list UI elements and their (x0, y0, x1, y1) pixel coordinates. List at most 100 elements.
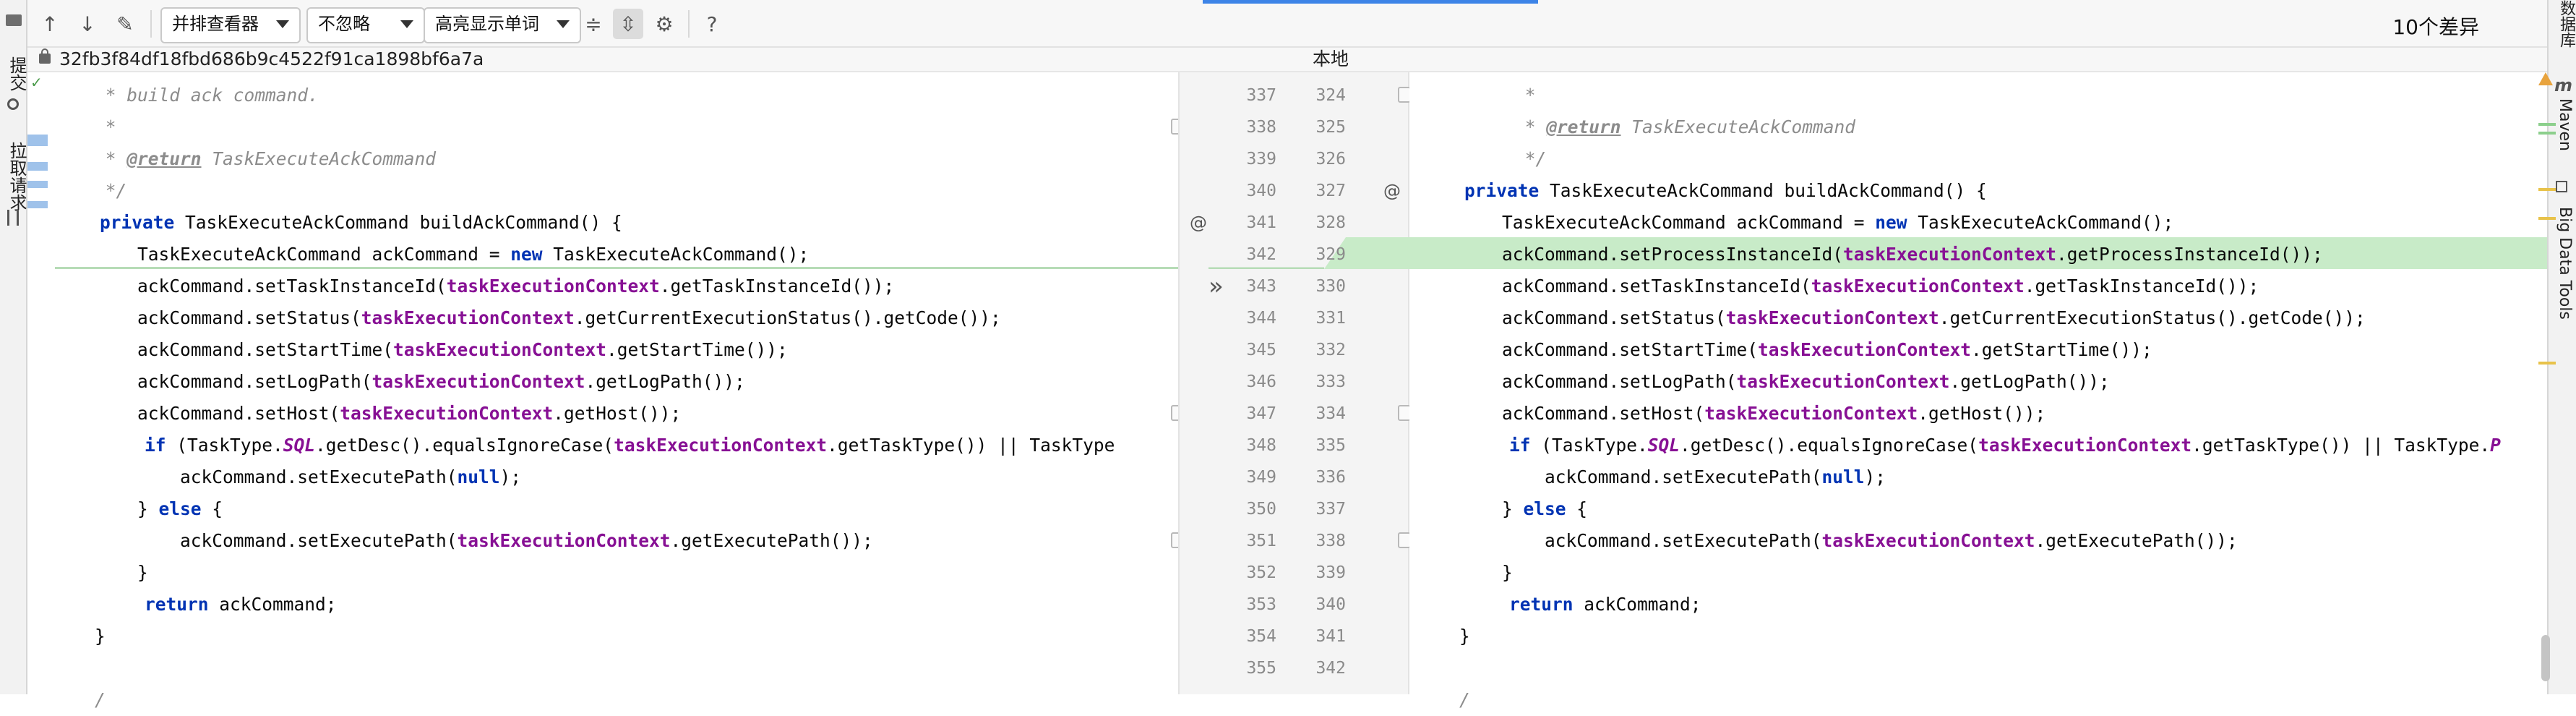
left-line-number: 347 (1246, 404, 1276, 423)
warning-icon[interactable] (2538, 72, 2553, 85)
code-line: */ (52, 180, 127, 201)
left-line-number: 348 (1246, 436, 1276, 455)
right-line-number: 341 (1315, 627, 1346, 646)
right-line-number: 332 (1315, 341, 1346, 359)
help-icon[interactable]: ? (697, 9, 727, 39)
highlight-mode-value: 高亮显示单词 (435, 14, 539, 34)
code-line: ackCommand.setLogPath(taskExecutionConte… (52, 371, 745, 392)
left-tool-strip: 提交 拉取请求 (0, 0, 27, 694)
code-line: * (52, 116, 116, 137)
change-stripe (2538, 132, 2556, 135)
right-line-number: 339 (1315, 563, 1346, 582)
code-line: if (TaskType.SQL.getDesc().equalsIgnoreC… (145, 435, 1115, 456)
code-line: * @return TaskExecuteAckCommand (52, 148, 437, 169)
vertical-scrollbar-thumb[interactable] (2541, 635, 2550, 681)
checkmark-icon: ✓ (30, 74, 43, 91)
settings-gear-icon[interactable]: ⚙ (649, 9, 679, 39)
toolbar-separator (688, 10, 690, 38)
code-line: return ackCommand; (145, 594, 337, 615)
ignore-mode-value: 不忽略 (318, 14, 370, 34)
right-line-number: 333 (1315, 372, 1346, 391)
ignore-whitespace-dropdown[interactable]: 不忽略 (306, 7, 425, 43)
left-revision-label: 32fb3f84df18fbd686b9c4522f91ca1898bf6a7a (59, 48, 484, 69)
apply-change-icon[interactable]: » (1208, 270, 1224, 302)
right-line-number: 325 (1315, 118, 1346, 137)
left-editor-pane[interactable]: ✓ * build ack command. * * @return TaskE… (27, 72, 1184, 710)
highlight-mode-dropdown[interactable]: 高亮显示单词 (424, 7, 581, 43)
right-line-number: 328 (1315, 213, 1346, 232)
code-line: / (1417, 689, 1470, 710)
code-line: private TaskExecuteAckCommand buildAckCo… (100, 212, 622, 233)
collapse-unchanged-icon[interactable]: ≑ (578, 9, 609, 39)
loading-progress-bar (1203, 0, 1538, 4)
diff-header: 32fb3f84df18fbd686b9c4522f91ca1898bf6a7a… (27, 48, 2547, 72)
right-line-number: 324 (1315, 86, 1346, 105)
override-marker-icon[interactable]: @ (1190, 207, 1207, 239)
left-line-number: 341 (1246, 213, 1276, 232)
pull-request-tool-tab[interactable]: 拉取请求 (4, 142, 30, 211)
database-tool-tab[interactable]: 数据库 (2554, 0, 2576, 48)
left-line-number: 343 (1246, 277, 1276, 296)
code-line: */ (1472, 148, 1547, 169)
left-line-number: 338 (1246, 118, 1276, 137)
commit-tool-tab[interactable]: 提交 (4, 56, 30, 91)
right-line-number: 327 (1315, 182, 1346, 200)
folder-icon[interactable] (6, 14, 22, 26)
bigdata-tool-tab[interactable]: Big Data Tools (2556, 207, 2574, 320)
code-line: } (1417, 562, 1513, 583)
left-line-number: 344 (1246, 309, 1276, 328)
chevron-down-icon (276, 20, 289, 28)
code-line: ackCommand.setExecutePath(null); (52, 466, 522, 487)
pull-request-icon (7, 210, 19, 226)
diff-gutter: @ » @ 337 338 339 340 341 342 343 344 345 346 347 3… (1178, 72, 1411, 694)
edit-source-icon[interactable]: ✎ (110, 9, 140, 39)
code-line: ackCommand.setStatus(taskExecutionContex… (1417, 307, 2366, 328)
change-stripe (2538, 123, 2556, 126)
commit-icon (7, 98, 19, 110)
right-line-number: 342 (1315, 659, 1346, 678)
right-line-number: 326 (1315, 150, 1346, 169)
left-line-number: 339 (1246, 150, 1276, 169)
code-line: } else { (1417, 498, 1588, 519)
code-line: ackCommand.setExecutePath(null); (1417, 466, 1886, 487)
code-line: private TaskExecuteAckCommand buildAckCo… (1464, 180, 1987, 201)
left-line-number: 346 (1246, 372, 1276, 391)
left-line-number: 340 (1246, 182, 1276, 200)
code-line: return ackCommand; (1509, 594, 1701, 615)
code-line: ackCommand.setHost(taskExecutionContext.… (1417, 403, 2046, 424)
viewer-mode-value: 并排查看器 (172, 14, 259, 34)
code-line: ackCommand.setStartTime(taskExecutionCon… (52, 339, 788, 360)
code-line: } (52, 626, 106, 647)
right-revision-label: 本地 (1313, 48, 1349, 69)
previous-difference-icon[interactable]: ↑ (35, 9, 65, 39)
right-line-number: 340 (1315, 595, 1346, 614)
code-line: } else { (52, 498, 223, 519)
right-line-number: 330 (1315, 277, 1346, 296)
next-difference-icon[interactable]: ↓ (72, 9, 103, 39)
code-line: ackCommand.setProcessInstanceId(taskExec… (1417, 244, 2323, 265)
right-line-number: 334 (1315, 404, 1346, 423)
override-marker-icon[interactable]: @ (1383, 175, 1401, 207)
left-line-number: 345 (1246, 341, 1276, 359)
change-stripe (27, 135, 48, 146)
code-line: ackCommand.setHost(taskExecutionContext.… (52, 403, 682, 424)
code-line: ackCommand.setTaskInstanceId(taskExecuti… (1417, 276, 2259, 297)
code-line: ackCommand.setExecutePath(taskExecutionC… (52, 530, 873, 551)
right-editor-pane[interactable]: * * @return TaskExecuteAckCommand */ pri… (1409, 72, 2556, 710)
left-line-number: 342 (1246, 245, 1276, 264)
code-line: * build ack command. (52, 85, 319, 106)
code-line: if (TaskType.SQL.getDesc().equalsIgnoreC… (1509, 435, 2501, 456)
code-line: / (52, 689, 106, 710)
sync-scroll-icon[interactable]: ⇳ (613, 9, 643, 39)
code-line: TaskExecuteAckCommand ackCommand = new T… (1417, 212, 2174, 233)
left-line-number: 354 (1246, 627, 1276, 646)
code-line: ackCommand.setExecutePath(taskExecutionC… (1417, 530, 2238, 551)
diff-toolbar: ↑ ↓ ✎ 并排查看器 不忽略 高亮显示单词 ≑ ⇳ ⚙ ? 10个差异 (27, 0, 2547, 48)
right-line-number: 338 (1315, 532, 1346, 550)
change-stripe (2538, 188, 2556, 191)
right-line-number: 336 (1315, 468, 1346, 487)
left-line-number: 351 (1246, 532, 1276, 550)
viewer-mode-dropdown[interactable]: 并排查看器 (160, 7, 301, 43)
chevron-down-icon (557, 20, 570, 28)
right-line-number: 329 (1315, 245, 1346, 264)
